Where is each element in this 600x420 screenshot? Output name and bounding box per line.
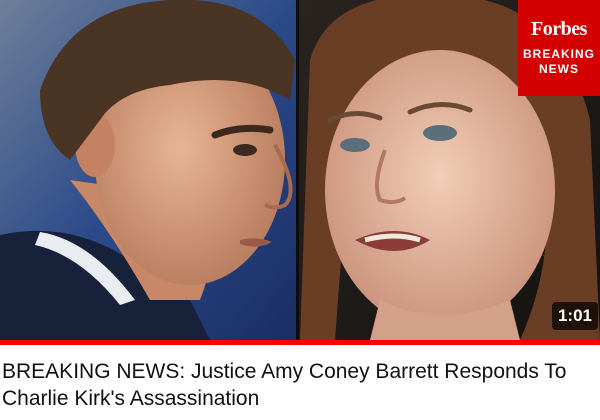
thumbnail-image [0, 0, 600, 340]
video-duration: 1:01 [551, 302, 598, 330]
badge-line-breaking: BREAKING [522, 47, 595, 61]
video-title[interactable]: BREAKING NEWS: Justice Amy Coney Barrett… [2, 358, 594, 412]
forbes-breaking-news-badge: Forbes BREAKING NEWS [518, 0, 600, 96]
video-card[interactable]: Forbes BREAKING NEWS 1:01 BREAKING NEWS:… [0, 0, 600, 420]
forbes-logo: Forbes [531, 18, 587, 40]
watch-progress-fill [0, 340, 600, 345]
badge-line-news: NEWS [539, 62, 579, 76]
video-thumbnail[interactable]: Forbes BREAKING NEWS 1:01 [0, 0, 600, 340]
watch-progress-bar [0, 340, 600, 345]
